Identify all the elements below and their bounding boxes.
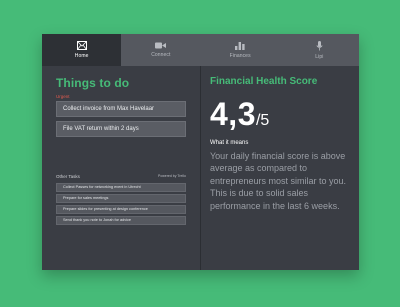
health-score: 4,3/5 [210,96,269,133]
financial-health-panel: Financial Health Score 4,3/5 What it mea… [201,66,359,270]
nav-tab-label: Connect [151,52,171,58]
score-explanation: Your daily financial score is above aver… [210,151,347,211]
nav-tab-connect[interactable]: Connect [121,34,200,66]
financial-health-title: Financial Health Score [210,76,318,87]
other-task[interactable]: Collect Passes for networking event in U… [56,183,186,192]
todo-title: Things to do [56,76,130,90]
urgent-task[interactable]: File VAT return within 2 days [56,121,186,137]
other-task[interactable]: Prepare for sales meetings [56,194,186,203]
what-it-means-label: What it means [210,140,249,146]
other-tasks-header: Other Tasks Powered by Trello [56,174,186,179]
score-max: /5 [255,112,270,129]
todo-panel: Things to do Urgent Collect invoice from… [42,66,201,270]
envelope-icon [76,41,87,50]
nav-tab-label: Home [74,53,89,59]
nav-tab-label: Lipi [315,53,324,60]
other-task[interactable]: Send thank you note to Jonah for advice [56,216,186,225]
top-navigation: Home Connect Finances Lipi [42,34,359,66]
bar-chart-icon [235,41,245,50]
microphone-icon [316,40,323,50]
powered-by-label: Powered by Trello [157,174,186,178]
other-tasks-label: Other Tasks [56,174,80,179]
other-task[interactable]: Prepare slides for presenting at design … [56,205,186,214]
nav-tab-lipi[interactable]: Lipi [280,34,359,66]
nav-tab-label: Finances [229,52,251,59]
app-window: Home Connect Finances Lipi Things to do … [42,34,359,270]
nav-tab-home[interactable]: Home [42,34,122,66]
urgent-task[interactable]: Collect invoice from Max Havelaar [56,101,186,117]
urgent-label: Urgent [56,94,70,99]
score-value: 4,3 [210,96,256,132]
video-camera-icon [155,42,167,49]
nav-tab-finances[interactable]: Finances [201,34,280,66]
